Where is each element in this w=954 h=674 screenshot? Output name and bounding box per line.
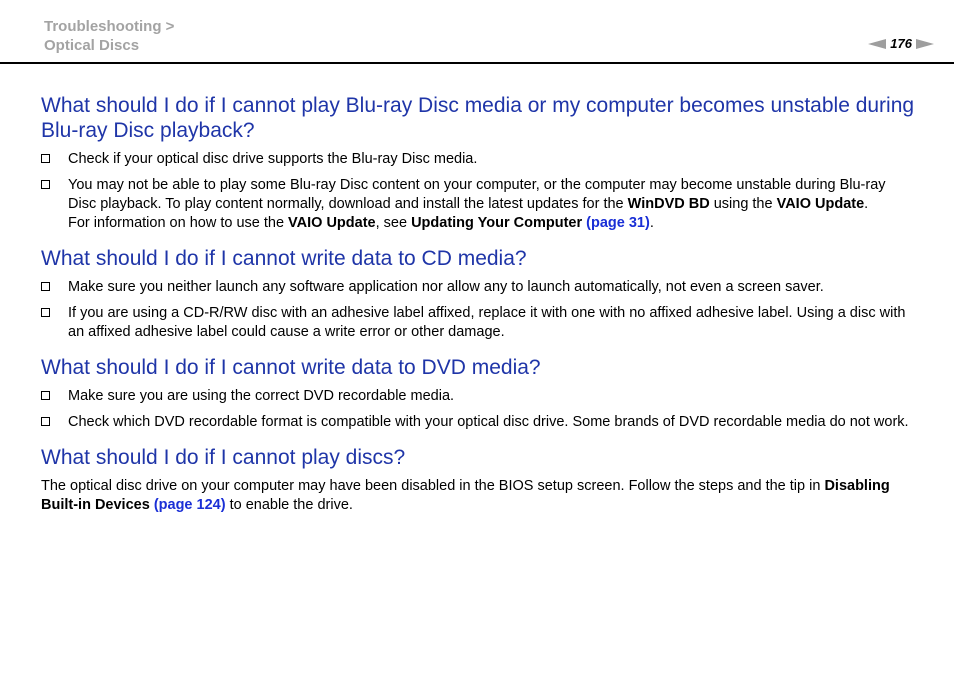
- page-number: 176: [890, 36, 912, 51]
- page-31-link[interactable]: (page 31): [586, 215, 650, 231]
- list-item: Make sure you are using the correct DVD …: [41, 387, 916, 406]
- list-item-text: Check which DVD recordable format is com…: [68, 414, 909, 430]
- section-heading-cd: What should I do if I cannot write data …: [41, 247, 527, 270]
- previous-page-arrow-icon[interactable]: [868, 39, 887, 49]
- checkbox-bullet-icon: [41, 154, 50, 163]
- cd-checklist: Make sure you neither launch any softwar…: [41, 278, 916, 342]
- dvd-checklist: Make sure you are using the correct DVD …: [41, 387, 916, 432]
- checkbox-bullet-icon: [41, 282, 50, 291]
- header-divider: [0, 62, 954, 64]
- page-navigation: 176: [868, 37, 934, 51]
- list-item-text: Make sure you neither launch any softwar…: [68, 279, 824, 295]
- software-name: WinDVD BD: [627, 196, 710, 212]
- list-item-text: You may not be able to play some Blu-ray…: [68, 177, 886, 212]
- topic-reference: Updating Your Computer: [411, 215, 583, 231]
- checkbox-bullet-icon: [41, 391, 50, 400]
- page-header: Troubleshooting > Optical Discs 176: [0, 0, 954, 64]
- software-name: VAIO Update: [288, 215, 376, 231]
- checkbox-bullet-icon: [41, 180, 50, 189]
- breadcrumb: Troubleshooting > Optical Discs: [44, 17, 174, 55]
- list-item-subtext: For information on how to use the VAIO U…: [68, 215, 654, 231]
- play-discs-paragraph: The optical disc drive on your computer …: [41, 478, 890, 513]
- list-item-text: Check if your optical disc drive support…: [68, 151, 478, 167]
- list-item: If you are using a CD-R/RW disc with an …: [41, 304, 916, 342]
- list-item-text: If you are using a CD-R/RW disc with an …: [68, 305, 906, 340]
- list-item: You may not be able to play some Blu-ray…: [41, 176, 916, 233]
- list-item: Check if your optical disc drive support…: [41, 150, 916, 169]
- bluray-checklist: Check if your optical disc drive support…: [41, 150, 916, 233]
- checkbox-bullet-icon: [41, 308, 50, 317]
- list-item-text: Make sure you are using the correct DVD …: [68, 388, 455, 404]
- next-page-arrow-icon[interactable]: [916, 39, 934, 49]
- checkbox-bullet-icon: [41, 417, 50, 426]
- page-content: What should I do if I cannot play Blu-ra…: [41, 93, 916, 515]
- section-heading-bluray: What should I do if I cannot play Blu-ra…: [41, 94, 915, 142]
- page-124-link[interactable]: (page 124): [154, 497, 226, 513]
- breadcrumb-current: Optical Discs: [44, 37, 140, 54]
- breadcrumb-parent-link[interactable]: Troubleshooting >: [44, 17, 174, 36]
- section-heading-play-discs: What should I do if I cannot play discs?: [41, 446, 406, 469]
- list-item: Make sure you neither launch any softwar…: [41, 278, 916, 297]
- software-name: VAIO Update: [776, 196, 865, 212]
- section-heading-dvd: What should I do if I cannot write data …: [41, 356, 541, 379]
- list-item: Check which DVD recordable format is com…: [41, 413, 916, 432]
